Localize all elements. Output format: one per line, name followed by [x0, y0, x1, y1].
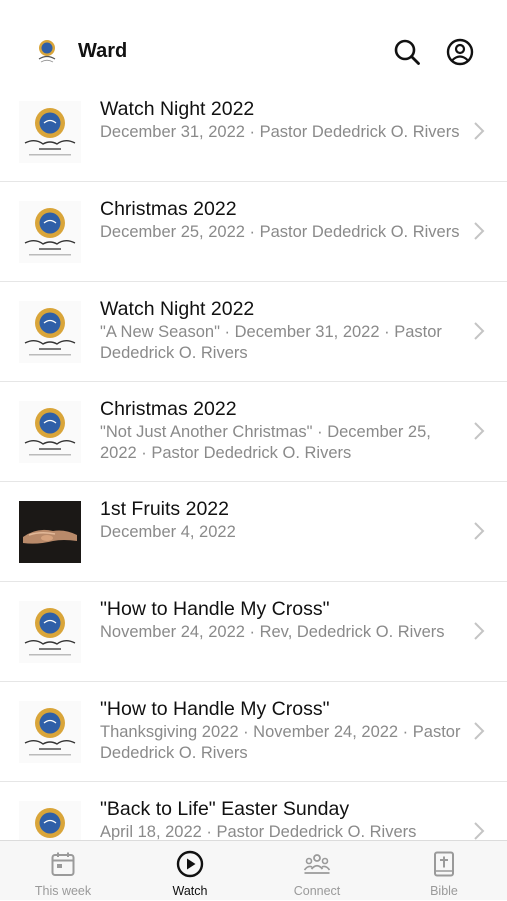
play-circle-icon	[176, 850, 204, 878]
item-subtitle: Thanksgiving 2022 · November 24, 2022 · …	[100, 723, 461, 762]
list-item[interactable]: Watch Night 2022 December 31, 2022 · Pas…	[0, 82, 507, 182]
list-item[interactable]: "How to Handle My Cross" Thanksgiving 20…	[0, 682, 507, 782]
item-subtitle: "Not Just Another Christmas" · December …	[100, 423, 431, 462]
item-title: "How to Handle My Cross"	[100, 698, 330, 720]
item-title: "Back to Life" Easter Sunday	[100, 798, 350, 820]
item-subtitle: April 18, 2022 · Pastor Dededrick O. Riv…	[100, 823, 417, 840]
people-icon	[303, 854, 331, 874]
chevron-right-icon	[474, 522, 485, 540]
list-item[interactable]: "How to Handle My Cross" November 24, 20…	[0, 582, 507, 682]
church-logo-icon	[19, 301, 81, 363]
list-item[interactable]: "Back to Life" Easter Sunday April 18, 2…	[0, 782, 507, 840]
item-title: Watch Night 2022	[100, 298, 255, 320]
tab-label: Watch	[172, 884, 208, 898]
chevron-right-icon	[474, 322, 485, 340]
church-logo-icon	[19, 801, 81, 840]
church-logo-icon	[19, 101, 81, 163]
chevron-right-icon	[474, 822, 485, 840]
tab-label: Connect	[293, 884, 341, 898]
item-subtitle: December 4, 2022	[100, 523, 236, 541]
app-title: Ward	[78, 40, 128, 62]
church-logo-icon	[19, 401, 81, 463]
search-icon[interactable]	[393, 38, 421, 66]
item-title: 1st Fruits 2022	[100, 498, 229, 520]
item-subtitle: December 25, 2022 · Pastor Dededrick O. …	[100, 223, 460, 241]
list-item[interactable]: 1st Fruits 2022 December 4, 2022	[0, 482, 507, 582]
chevron-right-icon	[474, 422, 485, 440]
list-item[interactable]: Christmas 2022 "Not Just Another Christm…	[0, 382, 507, 482]
bible-icon	[434, 851, 454, 877]
chevron-right-icon	[474, 622, 485, 640]
tab-bar: This week Watch Connect Bible	[0, 840, 507, 900]
church-logo-icon	[19, 201, 81, 263]
chevron-right-icon	[474, 722, 485, 740]
tab-connect[interactable]: Connect	[254, 841, 380, 901]
item-subtitle: November 24, 2022 · Rev, Dededrick O. Ri…	[100, 623, 445, 641]
sermon-list: Watch Night 2022 December 31, 2022 · Pas…	[0, 82, 507, 840]
tab-bible[interactable]: Bible	[381, 841, 507, 901]
list-item[interactable]: Watch Night 2022 "A New Season" · Decemb…	[0, 282, 507, 382]
chevron-right-icon	[474, 222, 485, 240]
tab-label: Bible	[430, 884, 458, 898]
item-title: "How to Handle My Cross"	[100, 598, 330, 620]
item-title: Christmas 2022	[100, 398, 237, 420]
church-logo-icon	[19, 601, 81, 663]
church-logo-icon	[19, 701, 81, 763]
app-header: Ward	[0, 0, 507, 82]
hands-photo-icon	[19, 501, 81, 563]
tab-this-week[interactable]: This week	[0, 841, 126, 901]
account-icon[interactable]	[446, 38, 474, 66]
church-logo-icon	[38, 40, 56, 63]
tab-label: This week	[34, 884, 92, 898]
chevron-right-icon	[474, 122, 485, 140]
tab-watch[interactable]: Watch	[127, 841, 253, 901]
item-title: Watch Night 2022	[100, 98, 255, 120]
calendar-icon	[51, 852, 75, 876]
item-subtitle: "A New Season" · December 31, 2022 · Pas…	[100, 323, 442, 362]
list-item[interactable]: Christmas 2022 December 25, 2022 · Pasto…	[0, 182, 507, 282]
item-title: Christmas 2022	[100, 198, 237, 220]
item-subtitle: December 31, 2022 · Pastor Dededrick O. …	[100, 123, 460, 141]
